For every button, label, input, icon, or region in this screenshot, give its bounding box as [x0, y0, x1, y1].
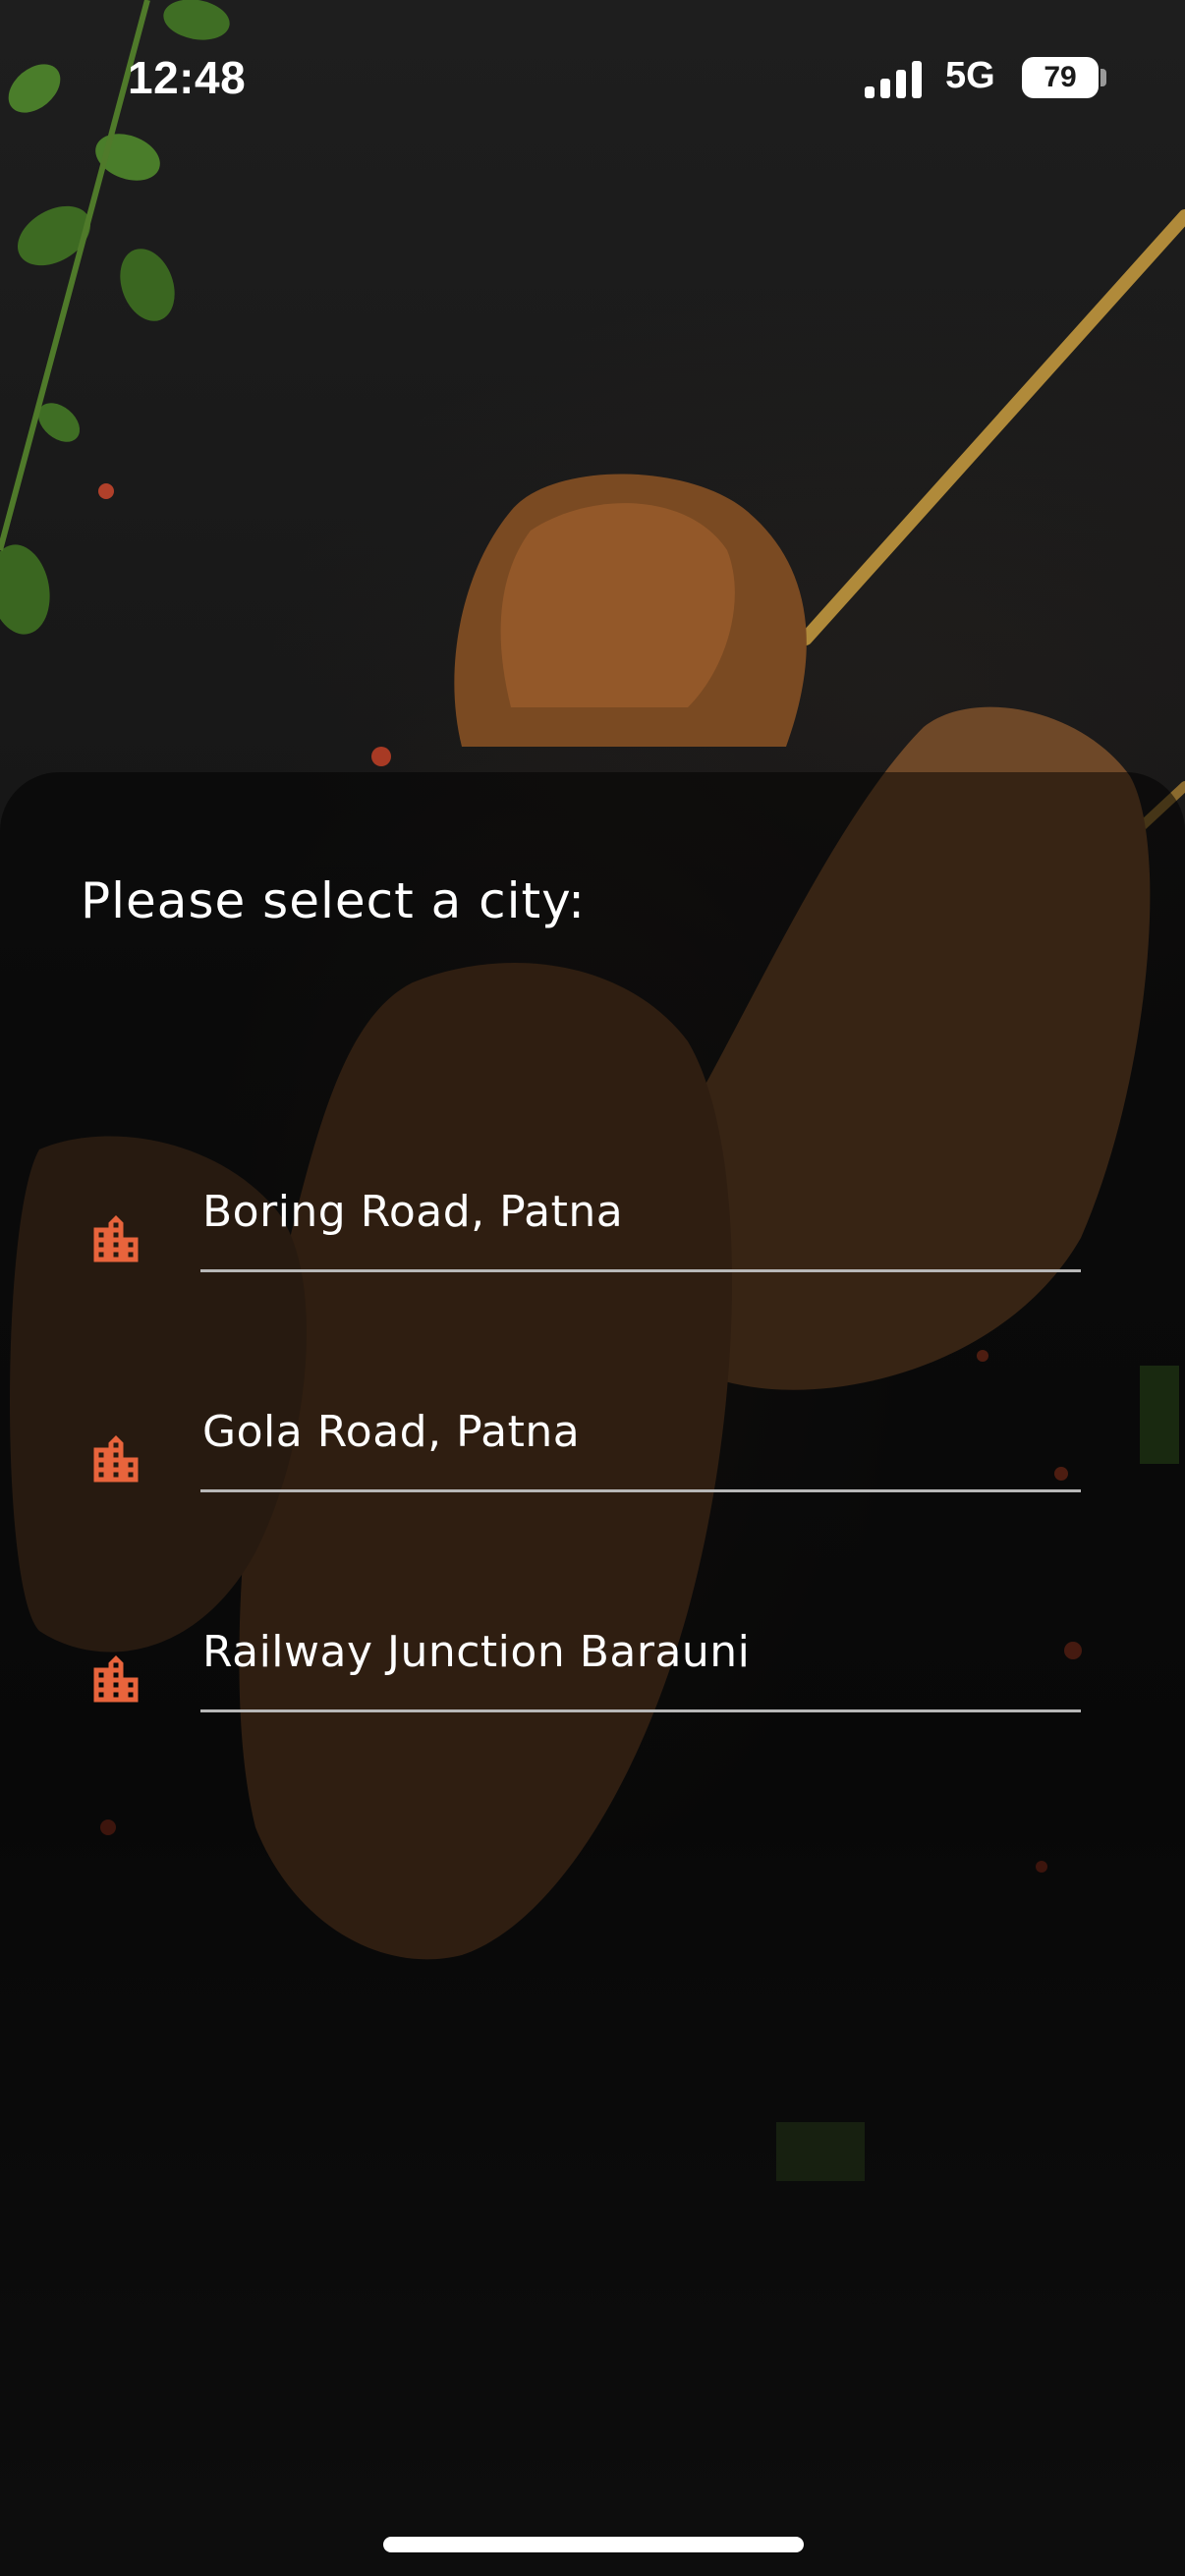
city-option-underline — [200, 1709, 1081, 1712]
city-option-boring-road[interactable]: Boring Road, Patna — [0, 1159, 1185, 1297]
city-buildings-icon — [93, 1435, 139, 1483]
city-buildings-icon — [93, 1215, 139, 1262]
city-option-label: Gola Road, Patna — [202, 1407, 581, 1457]
city-option-label: Boring Road, Patna — [202, 1187, 624, 1237]
home-indicator[interactable] — [383, 2537, 804, 2552]
city-buildings-icon — [93, 1655, 139, 1703]
battery-level-text: 79 — [1044, 61, 1077, 93]
city-picker-title: Please select a city: — [81, 872, 586, 929]
network-type-label: 5G — [945, 55, 995, 96]
battery-icon: 79 — [1022, 57, 1099, 98]
city-option-underline — [200, 1489, 1081, 1492]
battery-tip-icon — [1100, 69, 1106, 86]
cellular-signal-icon — [865, 59, 926, 98]
city-option-gola-road[interactable]: Gola Road, Patna — [0, 1379, 1185, 1517]
city-option-underline — [200, 1269, 1081, 1272]
status-bar-time: 12:48 — [128, 52, 247, 103]
city-option-label: Railway Junction Barauni — [202, 1627, 751, 1677]
city-option-railway-junction-barauni[interactable]: Railway Junction Barauni — [0, 1599, 1185, 1737]
